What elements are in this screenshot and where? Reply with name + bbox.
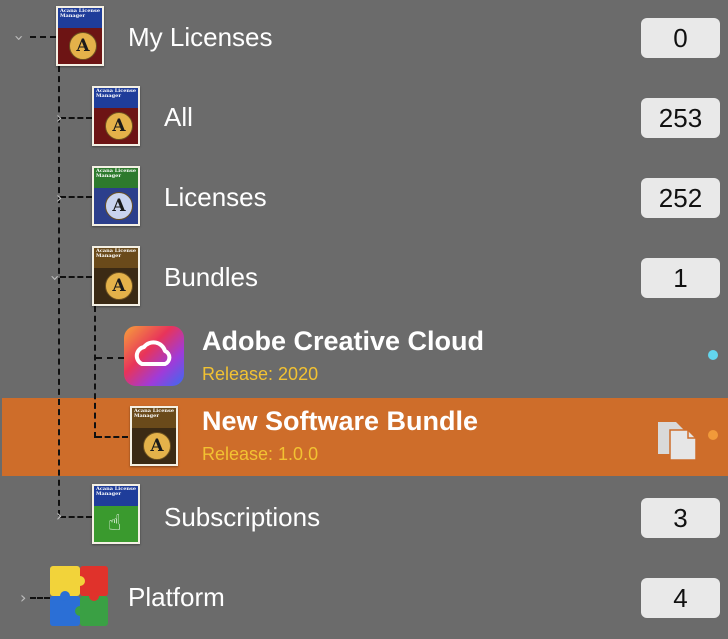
tree-row-licenses[interactable]: › Acana License Manager A Licenses 252 (0, 160, 728, 238)
chevron-down-icon[interactable]: › (46, 275, 65, 281)
tree-item-label: Platform (128, 582, 225, 612)
tree-item-label: Bundles (164, 262, 258, 292)
tree-row-platform[interactable]: › Platform 4 (0, 560, 728, 639)
chevron-down-icon[interactable]: › (10, 35, 29, 41)
tree-item-label: Licenses (164, 182, 267, 212)
hand-pointer-icon: ☝ (108, 511, 122, 536)
count-badge: 4 (641, 578, 720, 618)
tree-item-label: Subscriptions (164, 502, 321, 532)
count-badge: 1 (641, 258, 720, 298)
creative-cloud-icon (124, 326, 184, 386)
license-manager-icon: Acana License Manager A (92, 86, 140, 146)
license-manager-icon: Acana License Manager A (56, 6, 104, 66)
license-manager-icon: Acana License Manager A (92, 166, 140, 226)
license-manager-icon: Acana License Manager A (92, 246, 140, 306)
chevron-right-icon[interactable]: › (56, 110, 62, 126)
tree-row-bundles[interactable]: › Acana License Manager A Bundles 1 (0, 240, 728, 318)
puzzle-icon (48, 564, 114, 630)
count-badge: 252 (641, 178, 720, 218)
count-badge: 0 (641, 18, 720, 58)
release-label: Release: 2020 (202, 364, 319, 384)
tree-row-my-licenses[interactable]: › Acana License Manager A My Licenses 0 (0, 0, 728, 78)
chevron-right-icon[interactable]: › (56, 190, 62, 206)
count-badge: 3 (641, 498, 720, 538)
tree-item-label: All (164, 102, 193, 132)
chevron-right-icon[interactable]: › (20, 590, 26, 606)
tree-row-subscriptions[interactable]: › Acana License Manager ☝ Subscriptions … (0, 480, 728, 558)
bundle-title: New Software Bundle (202, 406, 479, 436)
status-dot (708, 350, 718, 360)
license-manager-icon: Acana License Manager ☝ (92, 484, 140, 544)
tree-row-all[interactable]: › Acana License Manager A All 253 (0, 80, 728, 158)
status-dot (708, 430, 718, 440)
duplicate-icon[interactable] (656, 418, 698, 462)
chevron-right-icon[interactable]: › (56, 508, 62, 524)
tree-row-adobe-creative-cloud[interactable]: Adobe Creative Cloud Release: 2020 (0, 320, 728, 398)
release-label: Release: 1.0.0 (202, 444, 319, 464)
tree-row-new-software-bundle[interactable]: Acana License Manager A New Software Bun… (0, 400, 728, 476)
bundle-title: Adobe Creative Cloud (202, 326, 485, 356)
count-badge: 253 (641, 98, 720, 138)
license-manager-icon: Acana License Manager A (130, 406, 178, 466)
tree-item-label: My Licenses (128, 22, 273, 52)
